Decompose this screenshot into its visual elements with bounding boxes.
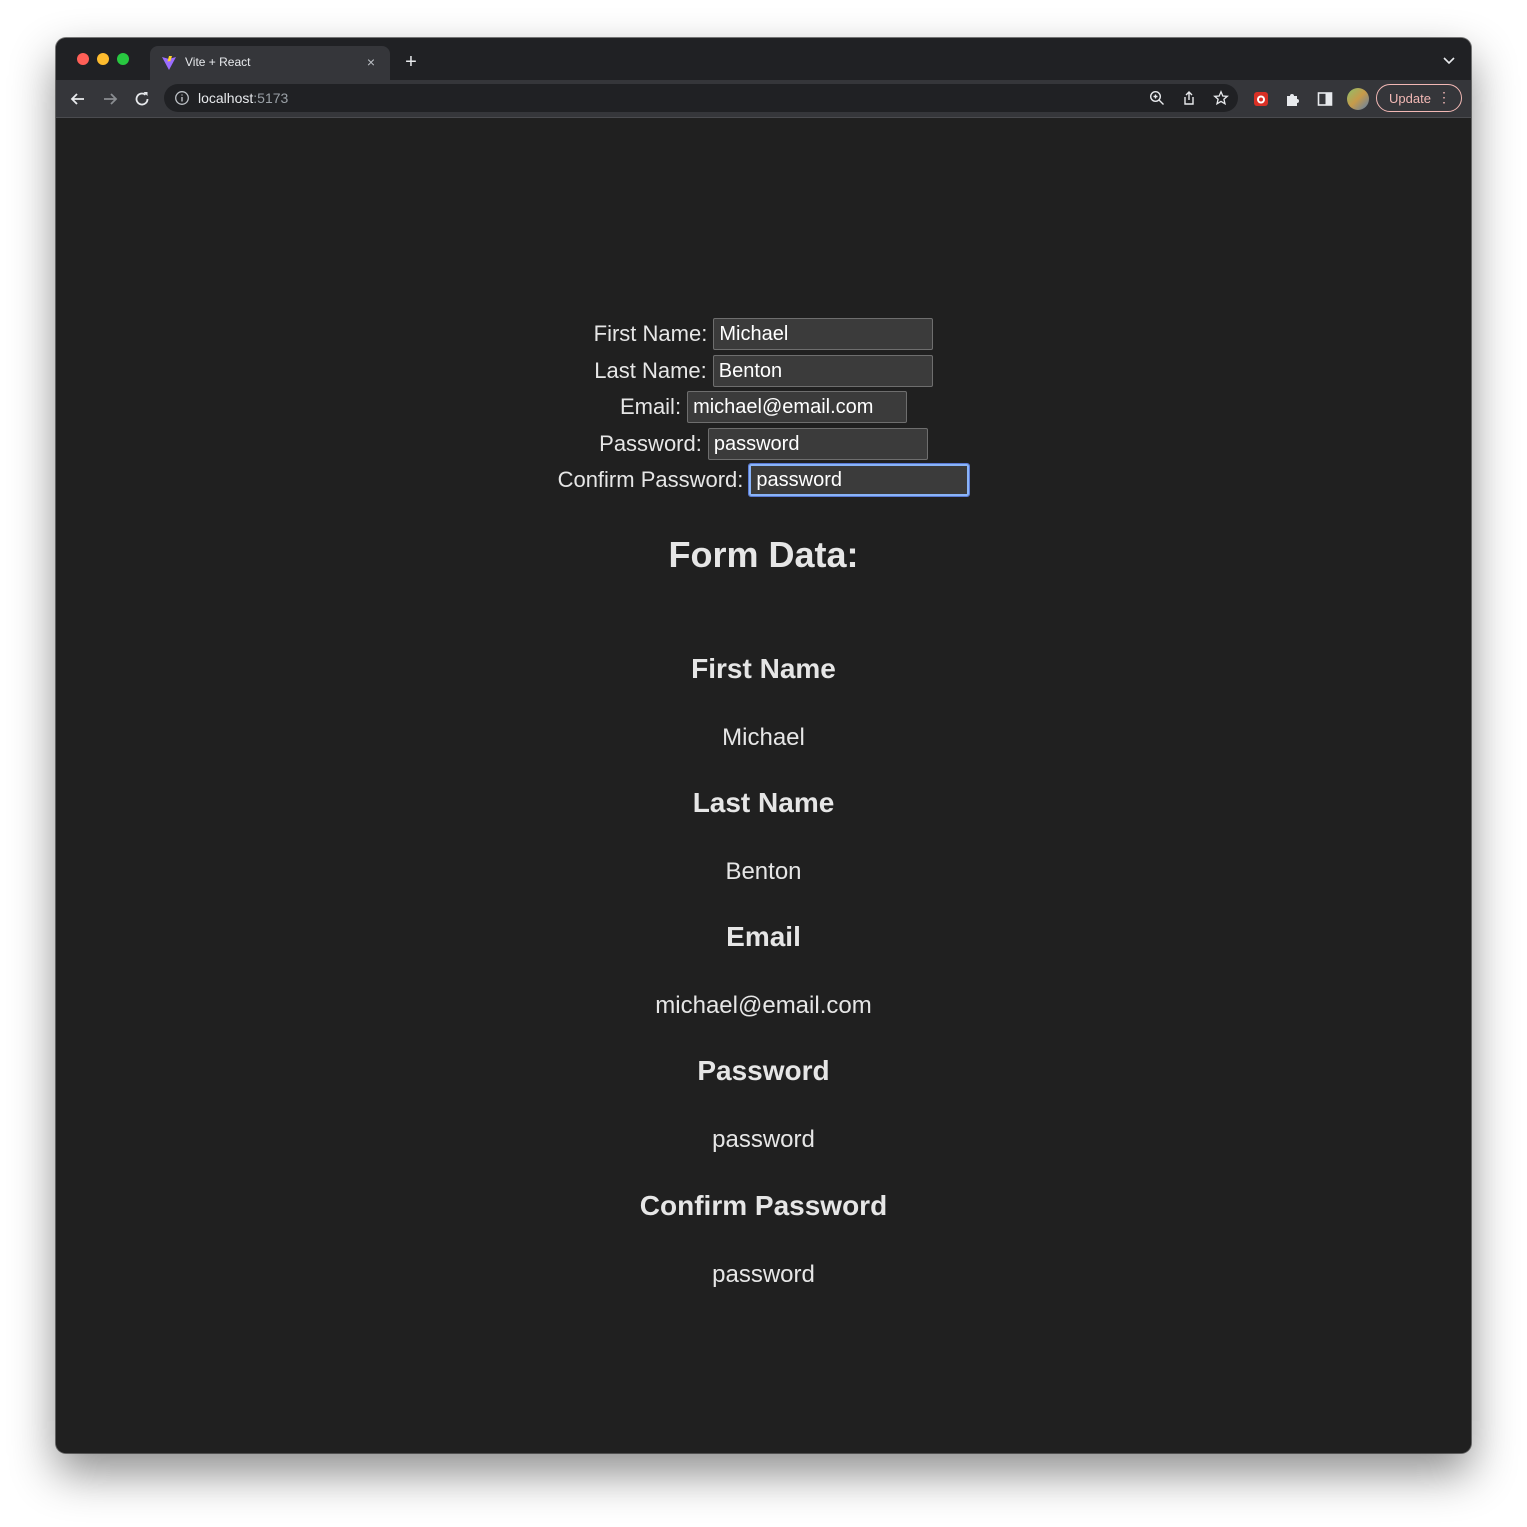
url-text[interactable]: localhost:5173 (198, 90, 288, 106)
password-value: password (712, 1126, 815, 1153)
extensions-puzzle-icon[interactable] (1284, 90, 1302, 108)
form-data-heading: Form Data: (668, 534, 859, 575)
confirm-password-value: password (712, 1261, 815, 1288)
password-label: Password: (599, 431, 702, 456)
update-button[interactable]: Update ⋮ (1376, 84, 1462, 112)
password-input[interactable] (707, 428, 928, 460)
email-value: michael@email.com (655, 992, 872, 1019)
browser-toolbar: localhost:5173 Update ⋮ (56, 80, 1471, 118)
first-name-title: First Name (691, 653, 836, 684)
first-name-label: First Name: (593, 321, 708, 346)
side-panel-icon[interactable] (1316, 90, 1334, 108)
email-row: Email: (56, 391, 1471, 423)
update-label: Update (1389, 91, 1431, 106)
maximize-window-button[interactable] (117, 53, 129, 65)
first-name-value: Michael (722, 724, 805, 751)
email-title: Email (726, 921, 801, 952)
back-arrow-icon[interactable] (68, 89, 88, 109)
browser-tab[interactable]: Vite + React × (150, 46, 390, 80)
close-window-button[interactable] (77, 53, 89, 65)
url-host: localhost (198, 90, 254, 106)
confirm-password-input[interactable] (748, 463, 971, 497)
forward-arrow-icon[interactable] (100, 89, 120, 109)
reload-icon[interactable] (132, 89, 152, 109)
last-name-input[interactable] (712, 355, 933, 387)
email-label: Email: (619, 394, 682, 419)
first-name-row: First Name: (56, 318, 1471, 350)
menu-dots-icon[interactable]: ⋮ (1437, 89, 1451, 105)
confirm-password-title: Confirm Password (639, 1190, 888, 1221)
confirm-password-label: Confirm Password: (557, 467, 744, 492)
bookmark-star-icon[interactable] (1213, 90, 1229, 106)
url-port: :5173 (253, 90, 289, 106)
zoom-icon[interactable] (1149, 90, 1165, 106)
extension-red-icon[interactable] (1252, 90, 1270, 108)
last-name-value: Benton (725, 858, 802, 885)
password-row: Password: (56, 428, 1471, 460)
address-bar[interactable]: localhost:5173 (164, 84, 1238, 112)
tab-close-icon[interactable]: × (362, 53, 380, 71)
new-tab-button[interactable]: + (400, 51, 422, 73)
share-icon[interactable] (1181, 90, 1197, 106)
tab-search-chevron-icon[interactable] (1441, 52, 1457, 68)
last-name-title: Last Name (692, 787, 835, 818)
site-info-icon[interactable] (174, 90, 190, 106)
profile-avatar[interactable] (1347, 88, 1369, 110)
confirm-password-row: Confirm Password: (56, 463, 1471, 497)
page-content: First Name: Last Name: Email: Password: … (56, 118, 1471, 1453)
password-title: Password (697, 1055, 830, 1086)
browser-window: Vite + React × + localhost:5173 Update ⋮… (56, 38, 1471, 1453)
last-name-label: Last Name: (594, 358, 707, 383)
last-name-row: Last Name: (56, 355, 1471, 387)
vite-logo-icon (162, 56, 176, 70)
email-input[interactable] (687, 391, 908, 423)
tab-title: Vite + React (185, 55, 251, 69)
minimize-window-button[interactable] (97, 53, 109, 65)
tab-strip: Vite + React × + (56, 38, 1471, 80)
first-name-input[interactable] (713, 318, 934, 350)
